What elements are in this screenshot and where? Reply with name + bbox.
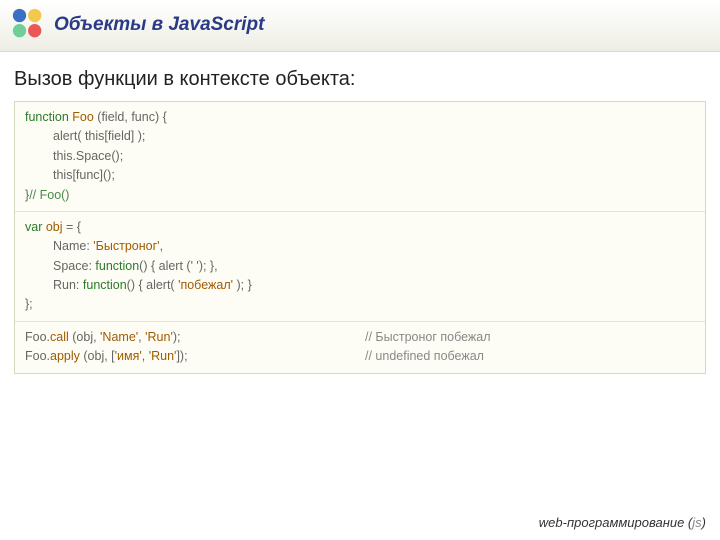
keyword-var: var [25, 220, 42, 234]
section-title: Вызов функции в контексте объекта: [14, 68, 720, 91]
comment: // undefined побежал [365, 347, 695, 366]
footer: web-программирование (js) [539, 515, 706, 530]
string-literal: 'Run' [149, 349, 177, 363]
code-text: }; [25, 297, 33, 311]
comment: // Foo() [29, 188, 69, 202]
string-literal: 'Быстроног' [93, 239, 159, 253]
keyword-function: function [83, 278, 127, 292]
comment: // Быстроног побежал [365, 328, 695, 347]
code-text: ]); [176, 349, 187, 363]
code-text: alert( this[field] ); [25, 127, 145, 146]
string-literal: 'Run' [145, 330, 173, 344]
method-apply: apply [50, 349, 83, 363]
func-name: Foo [69, 110, 98, 124]
logo-icon [10, 6, 48, 44]
code-text: ); [173, 330, 181, 344]
code-text: = { [66, 220, 81, 234]
string-literal: 'Name' [100, 330, 138, 344]
code-text: Foo. [25, 349, 50, 363]
slide-title: Объекты в JavaScript [54, 14, 264, 36]
code-container: function Foo (field, func) { alert( this… [14, 101, 706, 374]
code-text: , [142, 349, 149, 363]
code-text: (field, func) { [97, 110, 166, 124]
code-block-3: Foo.call (obj, 'Name', 'Run'); Foo.apply… [15, 322, 705, 373]
slide-header: Объекты в JavaScript [0, 0, 720, 52]
code-text: (obj, [72, 330, 100, 344]
string-literal: 'побежал' [178, 278, 233, 292]
code-text: this.Space(); [25, 147, 123, 166]
code-block-2: var obj = { Name: 'Быстроног', Space: fu… [15, 212, 705, 322]
code-text: Run: [53, 278, 83, 292]
method-call: call [50, 330, 72, 344]
code-text: () { alert( [127, 278, 178, 292]
code-text: Space: [53, 259, 95, 273]
code-text: , [160, 239, 163, 253]
code-text: ); } [233, 278, 252, 292]
footer-text: web-программирование [539, 515, 688, 530]
var-name: obj [42, 220, 66, 234]
code-block-1: function Foo (field, func) { alert( this… [15, 102, 705, 212]
footer-paren: ) [702, 515, 706, 530]
keyword-function: function [95, 259, 139, 273]
footer-js: js [692, 515, 701, 530]
code-text: Foo. [25, 330, 50, 344]
code-text: (obj, [ [83, 349, 114, 363]
code-text: this[func](); [25, 166, 115, 185]
code-text: Name: [53, 239, 93, 253]
string-literal: 'имя' [115, 349, 142, 363]
code-text: () { alert (' '); }, [139, 259, 217, 273]
keyword-function: function [25, 110, 69, 124]
